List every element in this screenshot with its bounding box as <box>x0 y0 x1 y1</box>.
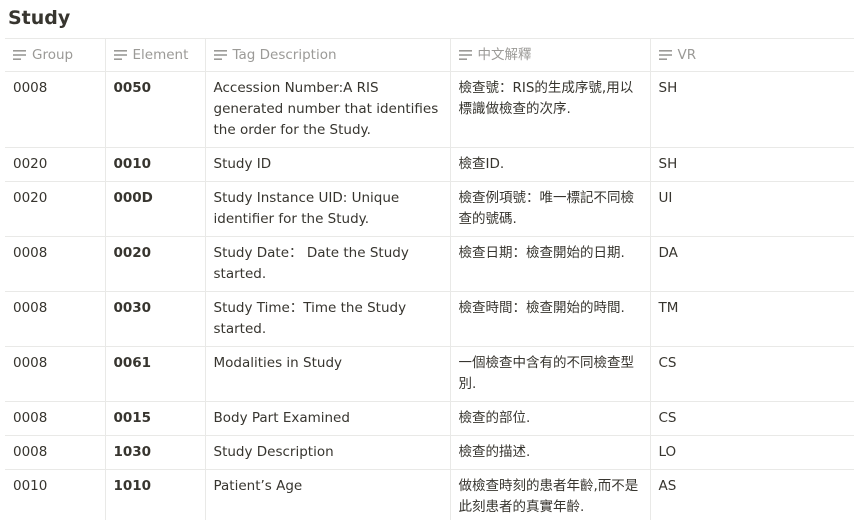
table-row[interactable]: 0008 1030 Study Description 檢查的描述. LO <box>5 435 854 470</box>
cell-chinese-explanation[interactable]: 檢查ID. <box>450 147 651 182</box>
table-row[interactable]: 0020 000D Study Instance UID: Unique ide… <box>5 181 854 237</box>
cell-tag-description[interactable]: Body Part Examined <box>205 401 451 436</box>
column-header-label: VR <box>677 47 697 63</box>
column-header-label: Tag Description <box>232 47 337 63</box>
cell-vr[interactable]: LO <box>650 435 854 470</box>
text-lines-icon <box>113 50 127 60</box>
cell-group[interactable]: 0020 <box>5 181 106 237</box>
cell-vr[interactable]: AS <box>650 469 854 520</box>
cell-chinese-explanation[interactable]: 一個檢查中含有的不同檢查型別. <box>450 346 651 402</box>
cell-chinese-explanation[interactable]: 檢查例項號：唯一標記不同檢查的號碼. <box>450 181 651 237</box>
column-header-vr[interactable]: VR <box>650 38 854 72</box>
cell-vr[interactable]: CS <box>650 401 854 436</box>
table-row[interactable]: 0010 1010 Patient’s Age 做檢查時刻的患者年齡,而不是此刻… <box>5 469 854 520</box>
cell-group[interactable]: 0020 <box>5 147 106 182</box>
cell-chinese-explanation[interactable]: 做檢查時刻的患者年齡,而不是此刻患者的真實年齡. <box>450 469 651 520</box>
cell-vr[interactable]: CS <box>650 346 854 402</box>
cell-chinese-explanation[interactable]: 檢查號：RIS的生成序號,用以標識做檢查的次序. <box>450 71 651 148</box>
column-header-chinese-explanation[interactable]: 中文解釋 <box>450 38 651 72</box>
cell-tag-description[interactable]: Study Time：Time the Study started. <box>205 291 451 347</box>
cell-tag-description[interactable]: Patient’s Age <box>205 469 451 520</box>
column-header-label: Element <box>132 47 189 63</box>
cell-group[interactable]: 0008 <box>5 291 106 347</box>
cell-vr[interactable]: UI <box>650 181 854 237</box>
cell-group[interactable]: 0008 <box>5 71 106 148</box>
column-header-element[interactable]: Element <box>105 38 206 72</box>
study-table: Group Element Tag Description 中文解釋 VR 00… <box>5 38 854 520</box>
table-row[interactable]: 0020 0010 Study ID 檢查ID. SH <box>5 147 854 182</box>
column-header-group[interactable]: Group <box>5 38 106 72</box>
cell-group[interactable]: 0010 <box>5 469 106 520</box>
page: Study Group Element Tag Description 中文解釋… <box>0 0 854 520</box>
table-row[interactable]: 0008 0030 Study Time：Time the Study star… <box>5 291 854 347</box>
cell-element[interactable]: 000D <box>105 181 206 237</box>
cell-tag-description[interactable]: Modalities in Study <box>205 346 451 402</box>
cell-element[interactable]: 1010 <box>105 469 206 520</box>
cell-element[interactable]: 0030 <box>105 291 206 347</box>
cell-element[interactable]: 0050 <box>105 71 206 148</box>
cell-tag-description[interactable]: Study Date： Date the Study started. <box>205 236 451 292</box>
cell-group[interactable]: 0008 <box>5 236 106 292</box>
text-lines-icon <box>13 50 26 60</box>
cell-chinese-explanation[interactable]: 檢查的部位. <box>450 401 651 436</box>
cell-tag-description[interactable]: Study ID <box>205 147 451 182</box>
cell-tag-description[interactable]: Study Description <box>205 435 451 470</box>
table-row[interactable]: 0008 0020 Study Date： Date the Study sta… <box>5 236 854 292</box>
cell-chinese-explanation[interactable]: 檢查的描述. <box>450 435 651 470</box>
column-header-label: 中文解釋 <box>477 47 532 63</box>
cell-vr[interactable]: DA <box>650 236 854 292</box>
cell-element[interactable]: 0015 <box>105 401 206 436</box>
cell-tag-description[interactable]: Study Instance UID: Unique identifier fo… <box>205 181 451 237</box>
cell-group[interactable]: 0008 <box>5 435 106 470</box>
cell-vr[interactable]: TM <box>650 291 854 347</box>
cell-element[interactable]: 0010 <box>105 147 206 182</box>
column-header-label: Group <box>32 47 74 63</box>
cell-group[interactable]: 0008 <box>5 401 106 436</box>
cell-chinese-explanation[interactable]: 檢查日期：檢查開始的日期. <box>450 236 651 292</box>
column-header-tag-description[interactable]: Tag Description <box>205 38 451 72</box>
text-lines-icon <box>458 50 472 60</box>
cell-vr[interactable]: SH <box>650 71 854 148</box>
cell-element[interactable]: 0020 <box>105 236 206 292</box>
cell-group[interactable]: 0008 <box>5 346 106 402</box>
text-lines-icon <box>213 50 227 60</box>
table-row[interactable]: 0008 0015 Body Part Examined 檢查的部位. CS <box>5 401 854 436</box>
cell-chinese-explanation[interactable]: 檢查時間：檢查開始的時間. <box>450 291 651 347</box>
cell-element[interactable]: 1030 <box>105 435 206 470</box>
cell-tag-description[interactable]: Accession Number:A RIS generated number … <box>205 71 451 148</box>
cell-vr[interactable]: SH <box>650 147 854 182</box>
cell-element[interactable]: 0061 <box>105 346 206 402</box>
table-row[interactable]: 0008 0050 Accession Number:A RIS generat… <box>5 71 854 148</box>
header-row: Group Element Tag Description 中文解釋 VR <box>5 38 854 72</box>
table-row[interactable]: 0008 0061 Modalities in Study 一個檢查中含有的不同… <box>5 346 854 402</box>
page-title: Study <box>8 7 71 29</box>
text-lines-icon <box>658 50 672 60</box>
